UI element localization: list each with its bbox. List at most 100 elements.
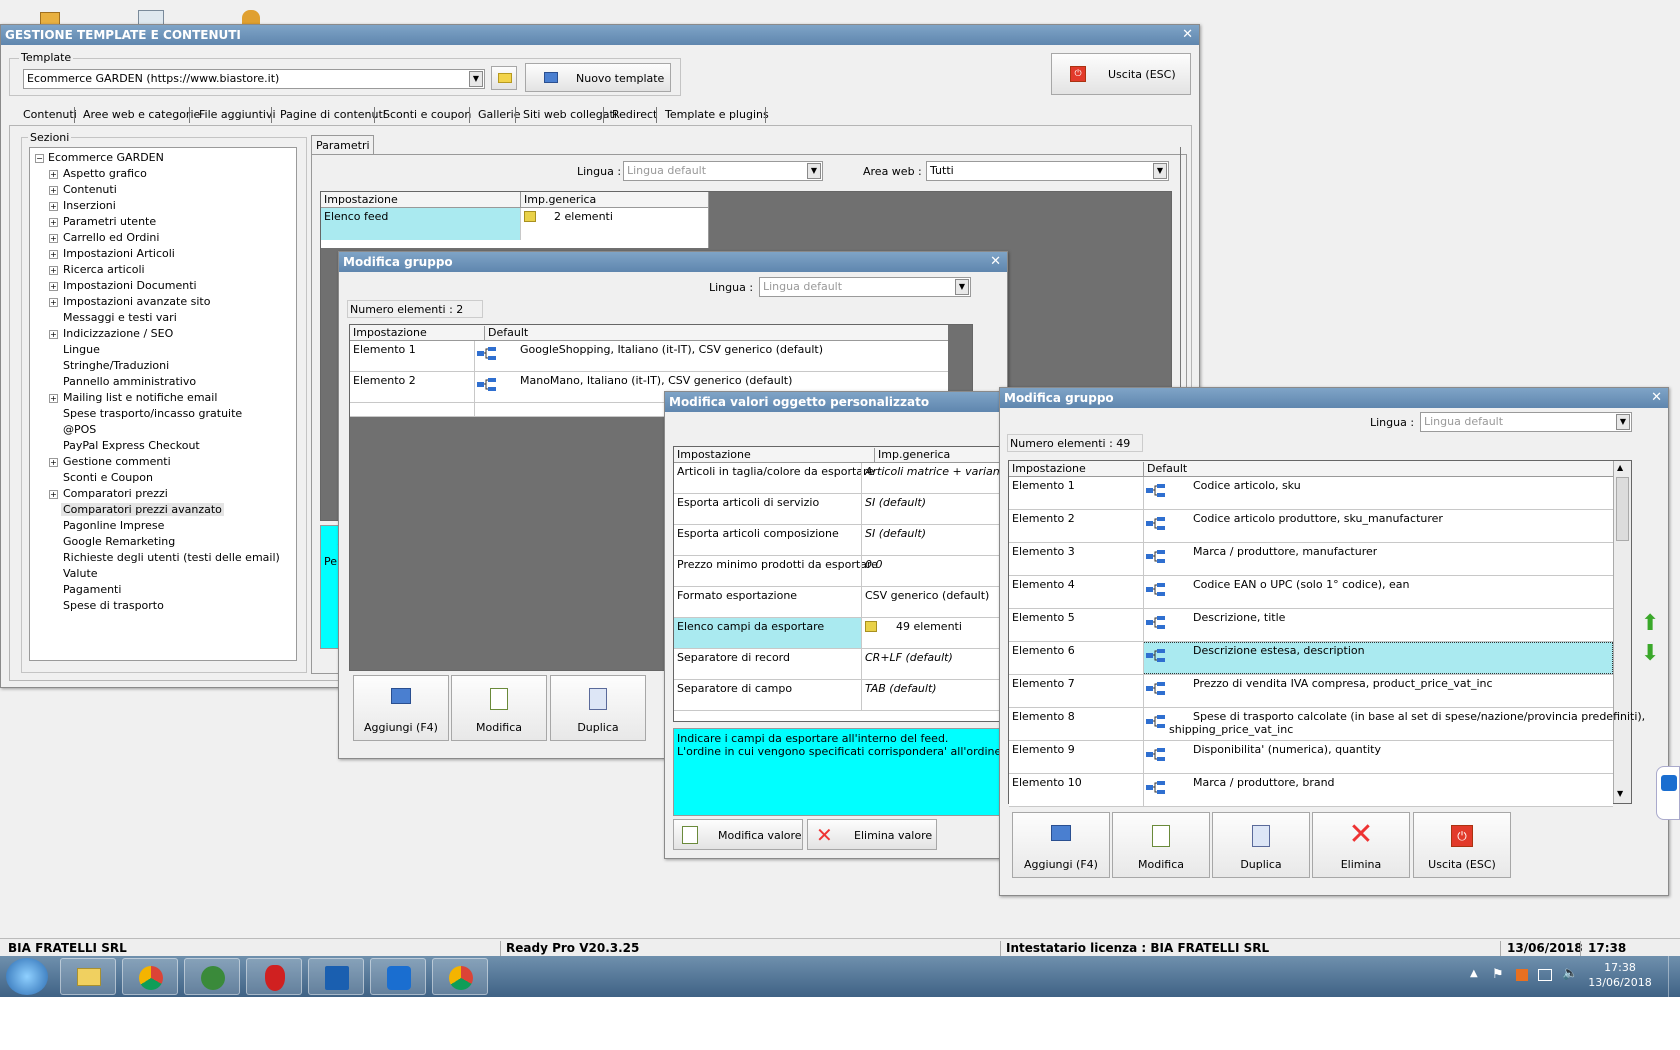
tree-item[interactable]: @POS: [63, 423, 96, 436]
tree-item[interactable]: Spese trasporto/incasso gratuite: [63, 407, 242, 420]
table-row[interactable]: Elemento 8 Spese di trasporto calcolate (…: [1009, 708, 1645, 741]
tree-item[interactable]: Pagonline Imprese: [63, 519, 164, 532]
tab-gallerie[interactable]: Gallerie: [474, 105, 525, 124]
table-row[interactable]: Elemento 9 Disponibilita' (numerica), qua…: [1009, 741, 1613, 774]
group2-grid[interactable]: Impostazione Default ▲ ▼ Elemento 1 Codic…: [1008, 460, 1645, 807]
cv-edit-value-button[interactable]: Modifica valore: [673, 819, 803, 850]
scroll-thumb[interactable]: [1616, 477, 1629, 541]
tree-item[interactable]: Lingue: [63, 343, 100, 356]
table-row[interactable]: Elemento 3 Marca / produttore, manufactur…: [1009, 543, 1613, 576]
tab-contenuti[interactable]: Contenuti: [19, 105, 81, 124]
scroll-down-icon[interactable]: ▼: [1617, 789, 1623, 798]
close-icon[interactable]: ✕: [1651, 390, 1662, 405]
lingua-select[interactable]: Lingua default ▼: [623, 161, 823, 181]
tree-item[interactable]: Indicizzazione / SEO: [63, 327, 173, 340]
params-tab[interactable]: Parametri: [311, 135, 374, 155]
tab-siti-web[interactable]: Siti web collegati: [519, 105, 621, 124]
close-icon[interactable]: ✕: [990, 254, 1001, 269]
tree-item[interactable]: Sconti e Coupon: [63, 471, 153, 484]
tree-item[interactable]: Carrello ed Ordini: [63, 231, 159, 244]
tree-item[interactable]: Contenuti: [63, 183, 117, 196]
expand-icon[interactable]: +: [49, 218, 58, 227]
tree-item[interactable]: Pannello amministrativo: [63, 375, 196, 388]
expand-icon[interactable]: +: [49, 170, 58, 179]
scroll-up-icon[interactable]: ▲: [1617, 463, 1623, 472]
expand-icon[interactable]: +: [49, 394, 58, 403]
expand-icon[interactable]: +: [49, 202, 58, 211]
tree-item[interactable]: Stringhe/Traduzioni: [63, 359, 169, 372]
taskbar-teamviewer[interactable]: [370, 958, 426, 995]
table-row[interactable]: Elemento 10 Marca / produttore, brand: [1009, 774, 1613, 807]
expand-icon[interactable]: +: [49, 298, 58, 307]
start-button[interactable]: [6, 958, 48, 995]
table-row[interactable]: Separatore di record CR+LF (default): [674, 649, 1004, 680]
table-row[interactable]: Elemento 6 Descrizione estesa, descriptio…: [1009, 642, 1613, 675]
taskbar-chrome[interactable]: [122, 958, 178, 995]
expand-icon[interactable]: +: [49, 458, 58, 467]
sections-tree[interactable]: − Ecommerce GARDEN + Aspetto grafico + Cont…: [29, 147, 297, 661]
custom-values-grid[interactable]: Impostazione Imp.generica Articoli in ta…: [673, 446, 1007, 722]
table-row[interactable]: Elemento 2 Codice articolo produttore, sk…: [1009, 510, 1613, 543]
tray-network-icon[interactable]: [1538, 969, 1552, 981]
table-row[interactable]: Elenco campi da esportare 49 elementi: [674, 618, 1004, 649]
tree-item[interactable]: Messaggi e testi vari: [63, 311, 177, 324]
open-folder-button[interactable]: [491, 66, 517, 90]
expand-icon[interactable]: +: [49, 490, 58, 499]
chevron-down-icon[interactable]: ▼: [469, 71, 483, 87]
tree-item[interactable]: Pagamenti: [63, 583, 121, 596]
chevron-down-icon[interactable]: ▼: [807, 163, 821, 179]
show-desktop-button[interactable]: [1668, 956, 1680, 997]
tree-item[interactable]: Richieste degli utenti (testi delle emai…: [63, 551, 280, 564]
tree-item[interactable]: Inserzioni: [63, 199, 116, 212]
group2-duplicate-button[interactable]: Duplica: [1212, 812, 1310, 878]
close-icon[interactable]: ✕: [1182, 27, 1193, 42]
expand-icon[interactable]: +: [49, 266, 58, 275]
tab-file-aggiuntivi[interactable]: File aggiuntivi: [195, 105, 280, 124]
group1-edit-button[interactable]: Modifica: [451, 675, 547, 741]
tree-root[interactable]: Ecommerce GARDEN: [48, 151, 164, 164]
tree-item[interactable]: Parametri utente: [63, 215, 156, 228]
tree-item[interactable]: Spese di trasporto: [63, 599, 164, 612]
expand-icon[interactable]: +: [49, 250, 58, 259]
chevron-down-icon[interactable]: ▼: [955, 279, 969, 295]
tree-item[interactable]: Ricerca articoli: [63, 263, 145, 276]
expand-icon[interactable]: +: [49, 330, 58, 339]
taskbar-outlook[interactable]: [308, 958, 364, 995]
tab-sconti-coupon[interactable]: Sconti e coupon: [379, 105, 475, 124]
table-row[interactable]: Elemento 4 Codice EAN o UPC (solo 1° codi…: [1009, 576, 1613, 609]
group2-add-button[interactable]: Aggiungi (F4): [1012, 812, 1110, 878]
group2-exit-button[interactable]: ⏻ Uscita (ESC): [1413, 812, 1511, 878]
tray-expand-icon[interactable]: ▲: [1470, 968, 1478, 979]
move-down-button[interactable]: ⬇: [1640, 643, 1664, 667]
exit-button[interactable]: ⏻ Uscita (ESC): [1051, 53, 1191, 95]
expand-icon[interactable]: +: [49, 186, 58, 195]
tab-pagine-contenuti[interactable]: Pagine di contenuti: [276, 105, 390, 124]
template-select[interactable]: Ecommerce GARDEN (https://www.biastore.i…: [23, 69, 485, 89]
chevron-down-icon[interactable]: ▼: [1616, 414, 1630, 430]
table-row[interactable]: Esporta articoli composizione SI (default…: [674, 525, 1004, 556]
table-row[interactable]: Prezzo minimo prodotti da esportare 0.0: [674, 556, 1004, 587]
group2-delete-button[interactable]: ✕ Elimina: [1312, 812, 1410, 878]
taskbar-explorer[interactable]: [60, 958, 116, 995]
move-up-button[interactable]: ⬆: [1640, 613, 1664, 637]
group2-scrollbar[interactable]: ▲ ▼: [1613, 461, 1631, 803]
group2-lingua-select[interactable]: Lingua default ▼: [1420, 412, 1632, 432]
taskbar-chrome-2[interactable]: [432, 958, 488, 995]
taskbar-app-4[interactable]: [246, 958, 302, 995]
collapse-icon[interactable]: −: [35, 154, 44, 163]
table-row[interactable]: Articoli in taglia/colore da esportare Ar…: [674, 463, 1007, 494]
tab-template-plugins[interactable]: Template e plugins: [661, 105, 773, 124]
table-row[interactable]: Elenco feed 2 elementi: [321, 208, 709, 240]
tree-item[interactable]: Valute: [63, 567, 98, 580]
tree-item[interactable]: Comparatori prezzi: [63, 487, 168, 500]
tab-aree-web[interactable]: Aree web e categorie: [79, 105, 204, 124]
table-row[interactable]: Separatore di campo TAB (default): [674, 680, 1004, 711]
expand-icon[interactable]: +: [49, 282, 58, 291]
table-row[interactable]: Esporta articoli di servizio SI (default): [674, 494, 1004, 525]
cv-delete-value-button[interactable]: ✕ Elimina valore: [807, 819, 937, 850]
table-row[interactable]: Formato esportazione CSV generico (defaul…: [674, 587, 1004, 618]
group2-edit-button[interactable]: Modifica: [1112, 812, 1210, 878]
expand-icon[interactable]: +: [49, 234, 58, 243]
tree-item[interactable]: Aspetto grafico: [63, 167, 147, 180]
group1-lingua-select[interactable]: Lingua default ▼: [759, 277, 971, 297]
